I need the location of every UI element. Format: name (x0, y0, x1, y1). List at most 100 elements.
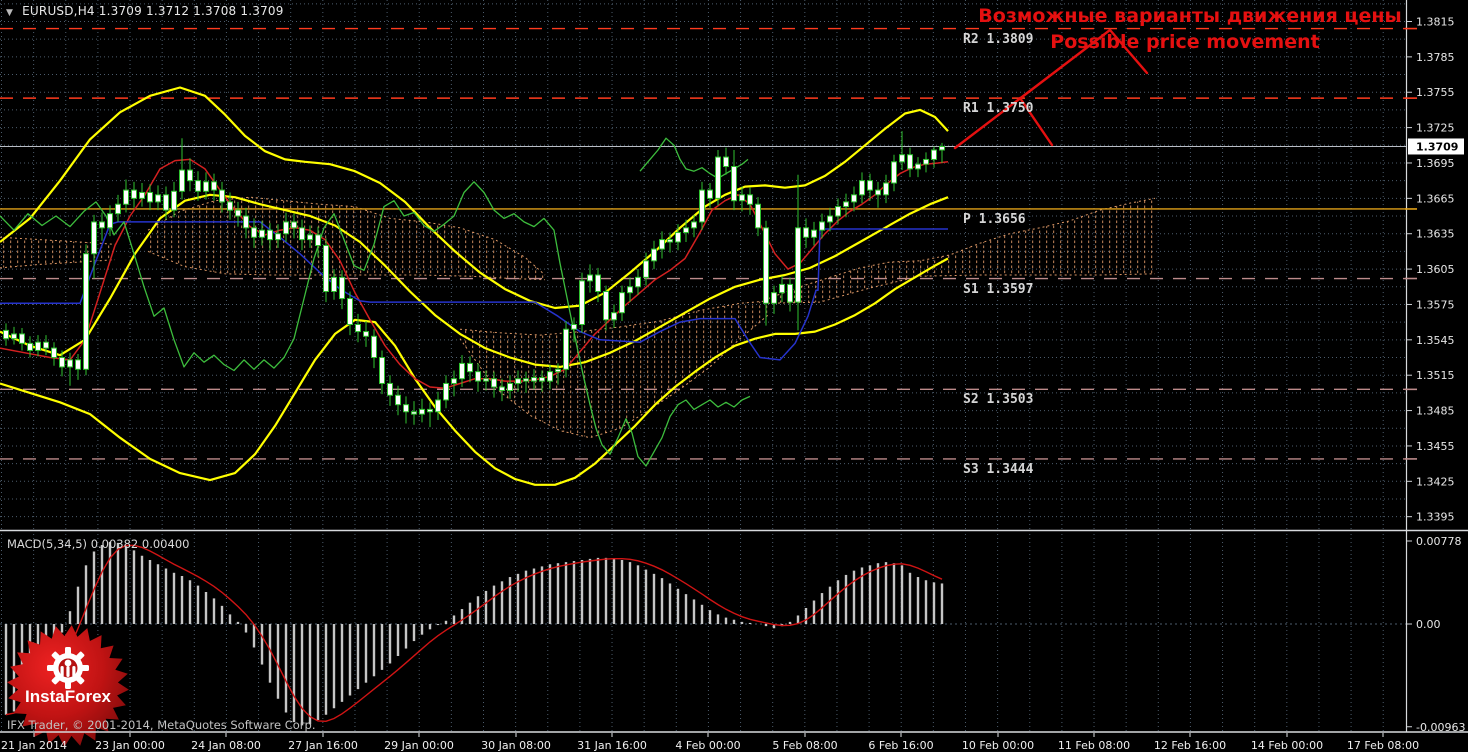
candle-body (804, 228, 809, 237)
price-axis-label: 1.3545 (1416, 334, 1455, 347)
candle-body (924, 159, 929, 164)
candle-body (868, 181, 873, 190)
time-axis-label: 30 Jan 08:00 (481, 739, 551, 752)
macd-axis-label: 0.00 (1416, 618, 1441, 631)
price-axis-label: 1.3455 (1416, 440, 1455, 453)
candle-body (220, 190, 225, 202)
candle-body (316, 235, 321, 246)
candle-body (276, 234, 281, 240)
candle-body (524, 379, 529, 381)
candle-body (412, 412, 417, 414)
candle-body (700, 190, 705, 222)
candle-body (308, 235, 313, 240)
candle-body (604, 291, 609, 319)
candle-body (820, 222, 825, 230)
candle-body (724, 157, 729, 166)
candle-body (492, 379, 497, 387)
gear-prong (61, 666, 64, 677)
price-axis-label: 1.3635 (1416, 228, 1455, 241)
candle-body (300, 228, 305, 240)
candle-body (452, 379, 457, 384)
candle-body (668, 240, 673, 242)
candle-body (260, 230, 265, 237)
price-axis-label: 1.3665 (1416, 192, 1455, 205)
candle-body (460, 363, 465, 378)
candle-body (204, 182, 209, 191)
candle-body (140, 192, 145, 198)
candle-body (764, 228, 769, 303)
candle-body (428, 409, 433, 411)
candle-body (908, 155, 913, 169)
price-axis-label: 1.3785 (1416, 51, 1455, 64)
candle-body (812, 230, 817, 237)
chart-canvas[interactable]: InstaForex1.38151.37851.37551.37251.3695… (0, 0, 1468, 752)
candle-body (108, 214, 113, 228)
price-axis-label: 1.3485 (1416, 405, 1455, 418)
time-axis-label: 27 Jan 16:00 (288, 739, 358, 752)
time-axis-label: 12 Feb 16:00 (1154, 739, 1226, 752)
candle-body (940, 146, 945, 150)
candle-body (716, 157, 721, 198)
mt4-chart-window[interactable]: InstaForex1.38151.37851.37551.37251.3695… (0, 0, 1468, 752)
candle-body (100, 222, 105, 228)
candle-body (44, 342, 49, 348)
candle-body (636, 277, 641, 286)
candle-body (500, 387, 505, 391)
candle-body (852, 195, 857, 202)
candle-body (548, 372, 553, 381)
candle-body (684, 228, 689, 233)
candle-body (332, 277, 337, 291)
time-axis-label: 24 Jan 08:00 (191, 739, 261, 752)
candle-body (900, 155, 905, 162)
candle-body (196, 181, 201, 192)
gear-core (65, 660, 72, 667)
candle-body (644, 261, 649, 278)
time-axis-label: 17 Feb 08:00 (1347, 739, 1419, 752)
candle-body (532, 378, 537, 382)
candle-body (228, 202, 233, 210)
current-price-tag-text: 1.3709 (1416, 140, 1458, 153)
candle-body (580, 281, 585, 325)
candle-body (780, 284, 785, 292)
gear-prong (66, 666, 69, 677)
candle-body (732, 167, 737, 201)
candle-body (740, 195, 745, 201)
candle-body (188, 170, 193, 181)
candle-body (92, 222, 97, 254)
candle-body (620, 293, 625, 313)
price-axis-label: 1.3605 (1416, 263, 1455, 276)
candle-body (236, 210, 241, 216)
candle-body (284, 222, 289, 234)
candle-body (84, 254, 89, 370)
candle-body (828, 216, 833, 222)
candle-body (660, 240, 665, 249)
candle-body (252, 228, 257, 237)
candle-body (484, 379, 489, 381)
candle-body (612, 313, 617, 320)
candle-body (588, 275, 593, 281)
candle-body (708, 190, 713, 198)
time-axis-label: 14 Feb 00:00 (1251, 739, 1323, 752)
candle-body (932, 150, 937, 159)
candle-body (348, 299, 353, 325)
candle-body (652, 249, 657, 261)
candle-body (516, 379, 521, 384)
chart-background (0, 0, 1468, 752)
candle-body (340, 277, 345, 298)
macd-axis-label: -0.00963 (1416, 721, 1465, 734)
candle-body (20, 334, 25, 343)
candle-body (12, 334, 17, 339)
candle-body (364, 332, 369, 337)
time-axis-label: 21 Jan 2014 (1, 739, 67, 752)
price-axis-label: 1.3515 (1416, 369, 1455, 382)
time-axis-label: 11 Feb 08:00 (1058, 739, 1130, 752)
candle-body (556, 369, 561, 371)
candle-body (116, 204, 121, 213)
candle-body (892, 162, 897, 183)
candle-body (756, 204, 761, 228)
candle-body (148, 192, 153, 201)
time-axis-label: 31 Jan 16:00 (577, 739, 647, 752)
candle-body (156, 195, 161, 202)
candle-body (564, 329, 569, 369)
price-axis-label: 1.3725 (1416, 122, 1455, 135)
